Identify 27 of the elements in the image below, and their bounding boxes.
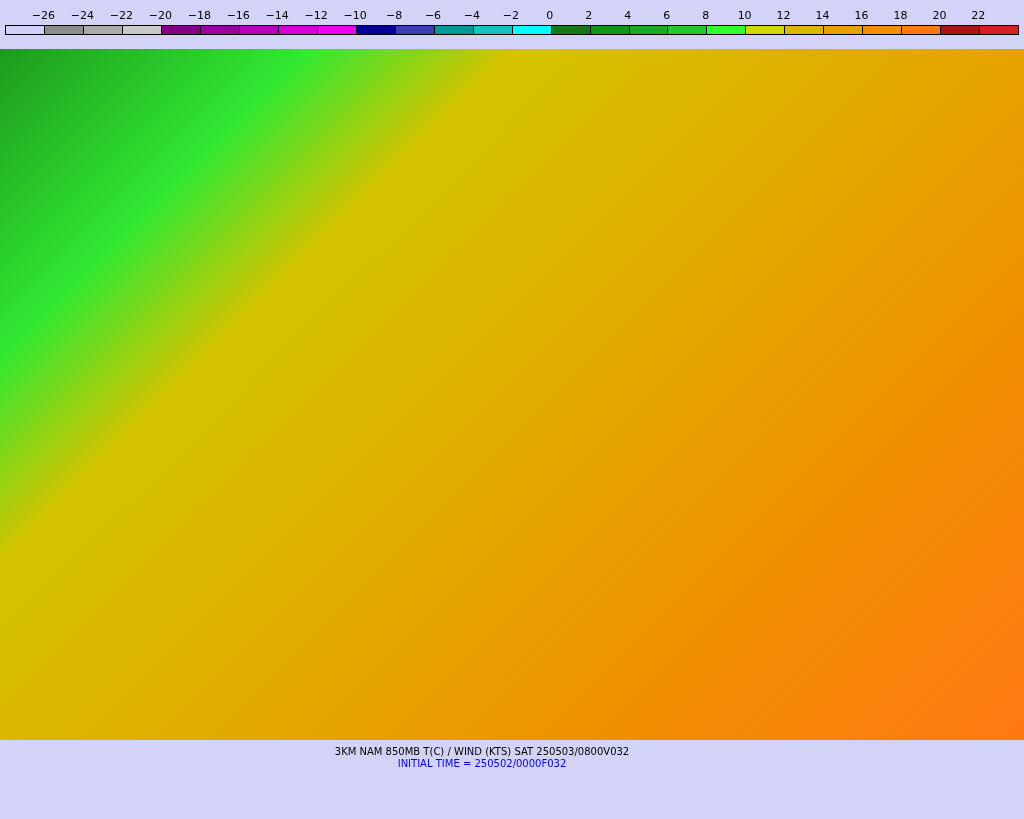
legend-label: 18 xyxy=(892,8,909,24)
legend-label: 6 xyxy=(662,8,672,24)
legend-label: −12 xyxy=(303,8,329,24)
legend-label: −14 xyxy=(264,8,290,24)
legend-label: −4 xyxy=(462,8,482,24)
legend-label: −8 xyxy=(384,8,404,24)
legend-label: 12 xyxy=(775,8,792,24)
legend-label: 20 xyxy=(931,8,948,24)
legend-label: −24 xyxy=(69,8,96,24)
legend-label: −6 xyxy=(423,8,443,24)
initial-time: INITIAL TIME = 250502/0000F032 xyxy=(397,758,567,770)
legend-label: −26 xyxy=(30,8,57,24)
legend-label: −2 xyxy=(501,8,520,24)
legend-label: 4 xyxy=(623,8,633,24)
legend-label: −16 xyxy=(225,8,251,24)
legend-label: 22 xyxy=(970,8,987,24)
legend-label: 16 xyxy=(853,8,870,24)
map-title: 3KM NAM 850MB T(C) / WIND (KTS) SAT 250503/0800V032 xyxy=(334,746,630,758)
legend-label: 0 xyxy=(545,8,555,24)
legend-label: −22 xyxy=(108,8,134,24)
legend-label: 2 xyxy=(584,8,594,24)
legend-label: 8 xyxy=(701,8,711,24)
legend-label: 10 xyxy=(736,8,753,24)
legend-label: −10 xyxy=(342,8,368,24)
legend-label: −18 xyxy=(186,8,212,24)
legend-label: −20 xyxy=(147,8,173,24)
legend-label: 14 xyxy=(814,8,831,24)
